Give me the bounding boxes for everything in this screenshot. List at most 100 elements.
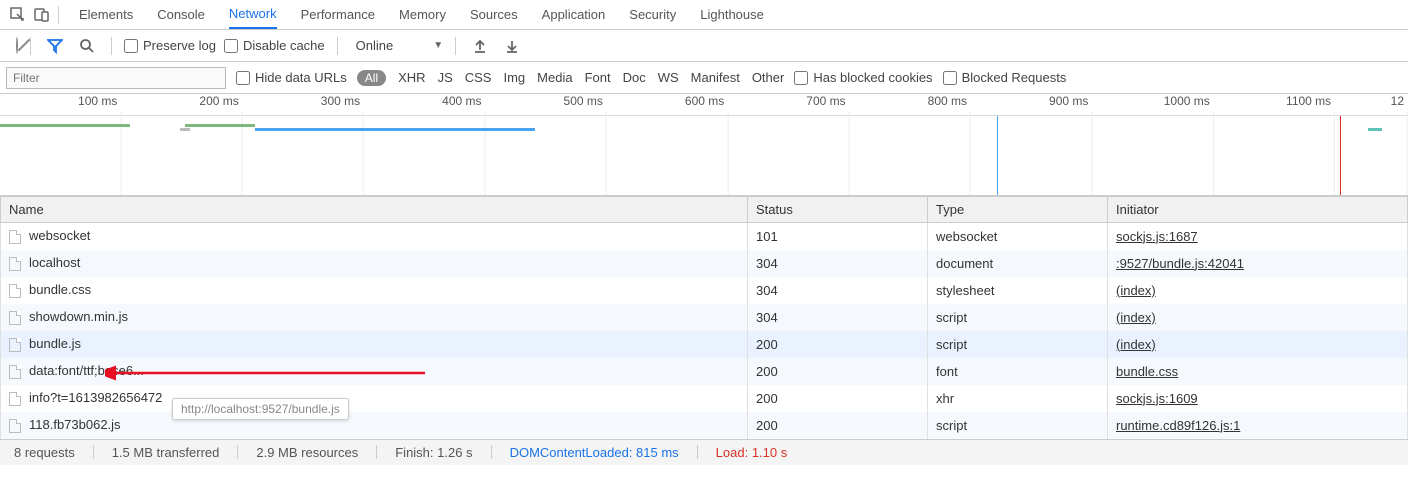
filter-xhr[interactable]: XHR (398, 70, 425, 85)
initiator-link[interactable]: (index) (1116, 283, 1156, 298)
load-line (1340, 116, 1341, 196)
column-initiator[interactable]: Initiator (1108, 197, 1408, 223)
cell-type: websocket (928, 223, 1108, 250)
column-name[interactable]: Name (1, 197, 748, 223)
search-icon[interactable] (75, 34, 99, 58)
tick: 600 ms (685, 94, 728, 108)
transferred-size: 1.5 MB transferred (108, 445, 224, 460)
cell-status: 200 (748, 331, 928, 358)
request-row[interactable]: websocket101websocketsockjs.js:1687 (1, 223, 1408, 250)
preserve-log-checkbox[interactable]: Preserve log (124, 38, 216, 53)
cell-type: script (928, 412, 1108, 439)
request-row[interactable]: bundle.js200script (index) (1, 331, 1408, 358)
initiator-link[interactable]: (index) (1116, 337, 1156, 352)
tab-console[interactable]: Console (157, 0, 205, 29)
tab-sources[interactable]: Sources (470, 0, 518, 29)
cell-name[interactable]: bundle.css (1, 277, 748, 304)
initiator-link[interactable]: :9527/bundle.js:42041 (1116, 256, 1244, 271)
filter-manifest[interactable]: Manifest (691, 70, 740, 85)
cell-name[interactable]: showdown.min.js (1, 304, 748, 331)
cell-initiator: sockjs.js:1609 (1108, 385, 1408, 412)
file-icon (9, 419, 21, 433)
tick: 300 ms (321, 94, 364, 108)
file-icon (9, 230, 21, 244)
select-element-icon[interactable] (6, 3, 30, 27)
initiator-link[interactable]: sockjs.js:1609 (1116, 391, 1198, 406)
divider (455, 37, 456, 55)
file-icon (9, 392, 21, 406)
finish-time: Finish: 1.26 s (391, 445, 476, 460)
column-type[interactable]: Type (928, 197, 1108, 223)
filter-js[interactable]: JS (438, 70, 453, 85)
initiator-link[interactable]: runtime.cd89f126.js:1 (1116, 418, 1240, 433)
download-icon[interactable] (500, 34, 524, 58)
status-bar: 8 requests 1.5 MB transferred 2.9 MB res… (0, 439, 1408, 465)
cell-name[interactable]: websocket (1, 223, 748, 250)
filter-other[interactable]: Other (752, 70, 785, 85)
timeline-bar (180, 128, 190, 131)
has-blocked-cookies-checkbox[interactable]: Has blocked cookies (794, 70, 932, 85)
cell-type: stylesheet (928, 277, 1108, 304)
filter-all[interactable]: All (357, 70, 386, 86)
cell-initiator: runtime.cd89f126.js:1 (1108, 412, 1408, 439)
divider (337, 37, 338, 55)
device-toggle-icon[interactable] (30, 3, 54, 27)
main-toolbar: Elements Console Network Performance Memory S… (0, 0, 1408, 30)
cell-status: 200 (748, 412, 928, 439)
tab-network[interactable]: Network (229, 0, 277, 29)
filter-icon[interactable] (43, 34, 67, 58)
filter-img[interactable]: Img (503, 70, 525, 85)
cell-type: script (928, 331, 1108, 358)
disable-cache-checkbox[interactable]: Disable cache (224, 38, 325, 53)
cell-name[interactable]: localhost (1, 250, 748, 277)
column-status[interactable]: Status (748, 197, 928, 223)
cell-name[interactable]: bundle.js (1, 331, 748, 358)
tab-application[interactable]: Application (542, 0, 606, 29)
request-row[interactable]: showdown.min.js304script (index) (1, 304, 1408, 331)
cell-initiator: (index) (1108, 331, 1408, 358)
tick: 500 ms (564, 94, 607, 108)
file-icon (9, 365, 21, 379)
cell-name[interactable]: info?t=1613982656472 (1, 385, 748, 412)
tick: 800 ms (928, 94, 971, 108)
cell-status: 304 (748, 304, 928, 331)
cell-status: 304 (748, 277, 928, 304)
timeline-overview[interactable]: 100 ms200 ms300 ms400 ms500 ms600 ms700 … (0, 94, 1408, 196)
filter-font[interactable]: Font (585, 70, 611, 85)
cell-type: script (928, 304, 1108, 331)
request-row[interactable]: localhost304document:9527/bundle.js:4204… (1, 250, 1408, 277)
cell-name[interactable]: 118.fb73b062.js (1, 412, 748, 439)
initiator-link[interactable]: sockjs.js:1687 (1116, 229, 1198, 244)
filter-media[interactable]: Media (537, 70, 572, 85)
tick: 700 ms (806, 94, 849, 108)
timeline-bar (255, 128, 535, 131)
timeline-bar (0, 124, 130, 127)
upload-icon[interactable] (468, 34, 492, 58)
tab-performance[interactable]: Performance (301, 0, 375, 29)
cell-name[interactable]: data:font/ttf;base6... (1, 358, 748, 385)
blocked-requests-checkbox[interactable]: Blocked Requests (943, 70, 1067, 85)
request-row[interactable]: bundle.css304stylesheet (index) (1, 277, 1408, 304)
request-row[interactable]: data:font/ttf;base6...200fontbundle.css (1, 358, 1408, 385)
tab-memory[interactable]: Memory (399, 0, 446, 29)
dcl-time: DOMContentLoaded: 815 ms (506, 445, 683, 460)
resources-size: 2.9 MB resources (252, 445, 362, 460)
filter-ws[interactable]: WS (658, 70, 679, 85)
tab-lighthouse[interactable]: Lighthouse (700, 0, 764, 29)
cell-initiator: sockjs.js:1687 (1108, 223, 1408, 250)
filter-css[interactable]: CSS (465, 70, 492, 85)
filter-doc[interactable]: Doc (623, 70, 646, 85)
throttling-select[interactable]: Online▼ (356, 38, 443, 53)
clear-button[interactable] (16, 38, 18, 53)
file-icon (9, 338, 21, 352)
url-tooltip: http://localhost:9527/bundle.js (172, 398, 349, 420)
tab-elements[interactable]: Elements (79, 0, 133, 29)
filter-input[interactable] (6, 67, 226, 89)
initiator-link[interactable]: bundle.css (1116, 364, 1178, 379)
hide-data-urls-checkbox[interactable]: Hide data URLs (236, 70, 347, 85)
tab-security[interactable]: Security (629, 0, 676, 29)
dcl-line (997, 116, 998, 196)
timeline-bar (1368, 128, 1382, 131)
initiator-link[interactable]: (index) (1116, 310, 1156, 325)
cell-status: 200 (748, 358, 928, 385)
